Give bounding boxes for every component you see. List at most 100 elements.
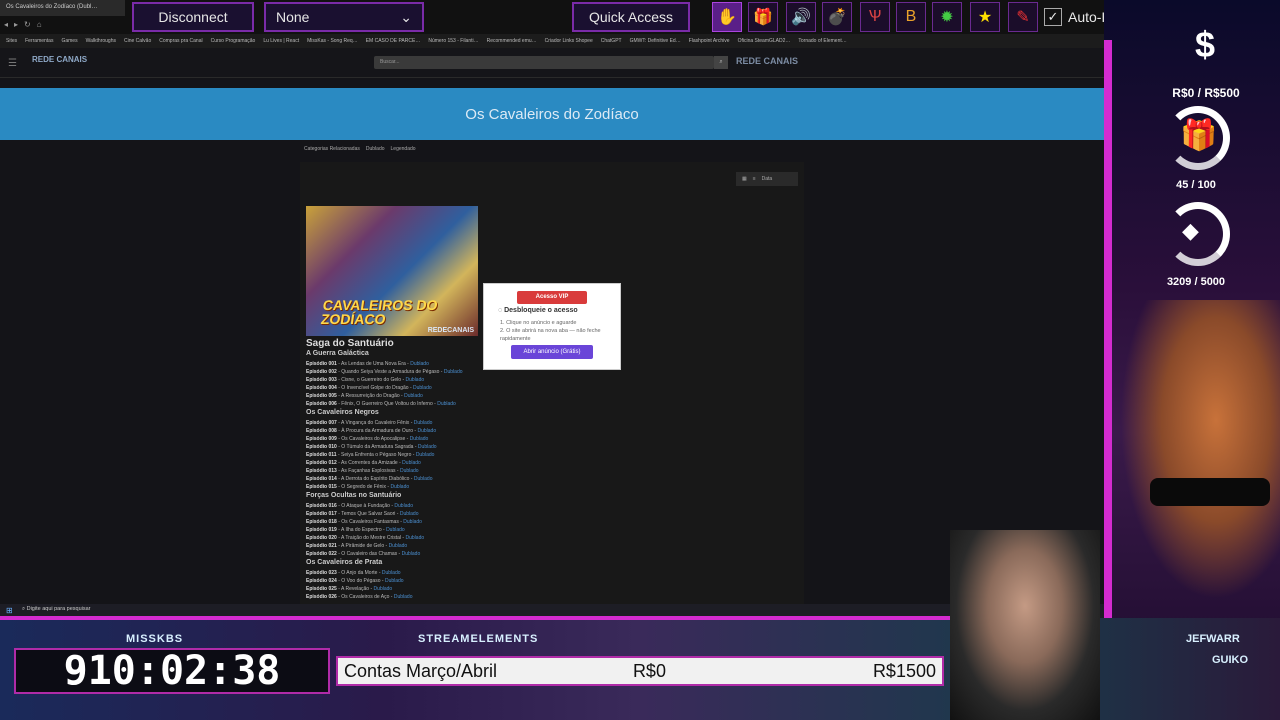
site-logo[interactable]: REDE CANAIS bbox=[32, 55, 87, 64]
bomb-icon[interactable]: 💣 bbox=[822, 2, 852, 32]
bookmark-item[interactable]: Número 153 - Filanti… bbox=[428, 38, 478, 44]
bookmark-item[interactable]: Sites bbox=[6, 38, 17, 44]
source-select[interactable]: None ⌄ bbox=[264, 2, 424, 32]
horns-icon[interactable]: Ѱ bbox=[860, 2, 890, 32]
episode-link[interactable]: Episódio 011 - Seiya Enfrenta o Pégaso N… bbox=[306, 452, 434, 458]
pin-icon[interactable]: ✎ bbox=[1008, 2, 1038, 32]
episode-tag[interactable]: Dublado bbox=[403, 519, 422, 525]
episode-link[interactable]: Episódio 017 - Temos Que Salvar Saori - … bbox=[306, 511, 419, 517]
disconnect-button[interactable]: Disconnect bbox=[132, 2, 254, 32]
episode-tag[interactable]: Dublado bbox=[404, 393, 423, 399]
bookmark-item[interactable]: Recommended emu… bbox=[487, 38, 537, 44]
episode-tag[interactable]: Dublado bbox=[374, 586, 393, 592]
episode-tag[interactable]: Dublado bbox=[417, 428, 436, 434]
episode-link[interactable]: Episódio 022 - O Cavaleiro das Chamas - … bbox=[306, 551, 420, 557]
open-ad-button[interactable]: Abrir anúncio (Grátis) bbox=[511, 345, 593, 359]
search-icon[interactable]: ⌕ bbox=[714, 56, 728, 69]
b-icon[interactable]: B bbox=[896, 2, 926, 32]
bug-icon[interactable]: ✹ bbox=[932, 2, 962, 32]
browser-nav-icons[interactable]: ◂▸↻⌂ bbox=[4, 20, 48, 29]
subnav-subtitled[interactable]: Legendado bbox=[391, 146, 416, 152]
episode-link[interactable]: Episódio 014 - A Derrota do Espírito Dia… bbox=[306, 476, 432, 482]
subnav-related[interactable]: Categorias Relacionadas bbox=[304, 146, 360, 152]
episode-link[interactable]: Episódio 004 - O Invencível Golpe do Dra… bbox=[306, 385, 432, 391]
episode-link[interactable]: Episódio 001 - As Lendas de Uma Nova Era… bbox=[306, 361, 429, 367]
sort-select[interactable]: Data bbox=[762, 176, 773, 182]
grid-view-icon[interactable]: ▦ bbox=[742, 176, 747, 182]
episode-tag[interactable]: Dublado bbox=[416, 452, 435, 458]
episode-tag[interactable]: Dublado bbox=[406, 377, 425, 383]
subnav-dubbed[interactable]: Dublado bbox=[366, 146, 385, 152]
episode-tag[interactable]: Dublado bbox=[394, 594, 413, 600]
gift-icon[interactable]: 🎁 bbox=[748, 2, 778, 32]
episode-tag[interactable]: Dublado bbox=[382, 570, 401, 576]
bookmark-item[interactable]: GMWT: Definitive Ed… bbox=[630, 38, 681, 44]
menu-icon[interactable]: ☰ bbox=[8, 58, 17, 69]
speaker-icon[interactable]: 🔊 bbox=[786, 2, 816, 32]
quick-access-button[interactable]: Quick Access bbox=[572, 2, 690, 32]
bookmark-item[interactable]: EM CASO DE PARCE… bbox=[366, 38, 421, 44]
episode-tag[interactable]: Dublado bbox=[410, 361, 429, 367]
episode-link[interactable]: Episódio 005 - A Ressurreição do Dragão … bbox=[306, 393, 423, 399]
episode-link[interactable]: Episódio 007 - A Vingança do Cavaleiro F… bbox=[306, 420, 432, 426]
bookmark-item[interactable]: Flashpoint Archive bbox=[689, 38, 730, 44]
bookmark-item[interactable]: Criador Links Shopee bbox=[545, 38, 593, 44]
taskbar-search[interactable]: ⌕ Digite aqui para pesquisar bbox=[22, 606, 91, 613]
bookmark-item[interactable]: Walkthroughs bbox=[86, 38, 116, 44]
windows-start-icon[interactable]: ⊞ bbox=[6, 606, 13, 615]
episode-link[interactable]: Episódio 012 - As Correntes da Amizade -… bbox=[306, 460, 421, 466]
episode-tag[interactable]: Dublado bbox=[394, 503, 413, 509]
bookmark-item[interactable]: MissKas - Song Req… bbox=[307, 38, 358, 44]
bookmark-item[interactable]: Oficina SteamGLAD2… bbox=[738, 38, 791, 44]
bookmark-item[interactable]: Cine Calvão bbox=[124, 38, 151, 44]
episode-tag[interactable]: Dublado bbox=[402, 460, 421, 466]
episode-tag[interactable]: Dublado bbox=[400, 511, 419, 517]
bookmark-item[interactable]: Lu Lives | React bbox=[263, 38, 299, 44]
hand-icon[interactable]: ✋ bbox=[712, 2, 742, 32]
episode-tag[interactable]: Dublado bbox=[391, 484, 410, 490]
vip-access-button[interactable]: Acesso VIP bbox=[517, 291, 587, 304]
episode-link[interactable]: Episódio 003 - Cisne, o Guerreiro do Gel… bbox=[306, 377, 424, 383]
episode-tag[interactable]: Dublado bbox=[410, 436, 429, 442]
episode-link[interactable]: Episódio 002 - Quando Seiya Veste a Arma… bbox=[306, 369, 463, 375]
episode-link[interactable]: Episódio 026 - Os Cavaleiros de Aço - Du… bbox=[306, 594, 412, 600]
episode-tag[interactable]: Dublado bbox=[414, 476, 433, 482]
episode-tag[interactable]: Dublado bbox=[413, 385, 432, 391]
bookmark-item[interactable]: Curso Programação bbox=[211, 38, 256, 44]
episode-link[interactable]: Episódio 023 - O Anjo da Morte - Dublado bbox=[306, 570, 401, 576]
episode-link[interactable]: Episódio 006 - Fênix, O Guerreiro Que Vo… bbox=[306, 401, 456, 407]
view-controls[interactable]: ▦ ≡ Data bbox=[736, 172, 798, 186]
episode-link[interactable]: Episódio 008 - À Procura da Armadura de … bbox=[306, 428, 436, 434]
episode-tag[interactable]: Dublado bbox=[386, 527, 405, 533]
list-view-icon[interactable]: ≡ bbox=[753, 176, 756, 182]
episode-tag[interactable]: Dublado bbox=[406, 535, 425, 541]
episode-link[interactable]: Episódio 013 - As Façanhas Explosivas - … bbox=[306, 468, 419, 474]
browser-tab[interactable]: Os Cavaleiros do Zodíaco (Dubl… bbox=[0, 0, 125, 16]
partner-logo[interactable]: REDE CANAIS bbox=[736, 56, 798, 66]
episode-link[interactable]: Episódio 015 - O Segredo de Fênix - Dubl… bbox=[306, 484, 409, 490]
episode-link[interactable]: Episódio 020 - A Traição do Mestre Crist… bbox=[306, 535, 424, 541]
bookmark-item[interactable]: Ferramentas bbox=[25, 38, 53, 44]
episode-tag[interactable]: Dublado bbox=[400, 468, 419, 474]
episode-link[interactable]: Episódio 025 - A Revelação - Dublado bbox=[306, 586, 392, 592]
episode-link[interactable]: Episódio 024 - O Voo do Pégaso - Dublado bbox=[306, 578, 404, 584]
episode-tag[interactable]: Dublado bbox=[437, 401, 456, 407]
episode-link[interactable]: Episódio 010 - O Túmulo da Armadura Sagr… bbox=[306, 444, 437, 450]
bookmark-item[interactable]: Tornado of Element… bbox=[798, 38, 846, 44]
episode-tag[interactable]: Dublado bbox=[385, 578, 404, 584]
star-icon[interactable]: ★ bbox=[970, 2, 1000, 32]
episode-link[interactable]: Episódio 018 - Os Cavaleiros Fantasmas -… bbox=[306, 519, 422, 525]
episode-tag[interactable]: Dublado bbox=[444, 369, 463, 375]
episode-link[interactable]: Episódio 021 - A Pirâmide de Gelo - Dubl… bbox=[306, 543, 407, 549]
search-input[interactable]: Buscar... bbox=[374, 56, 714, 69]
episode-link[interactable]: Episódio 016 - O Ataque à Fundação - Dub… bbox=[306, 503, 413, 509]
episode-link[interactable]: Episódio 009 - Os Cavaleiros do Apocalip… bbox=[306, 436, 428, 442]
bookmark-item[interactable]: Games bbox=[61, 38, 77, 44]
bookmark-item[interactable]: Compras pra Canal bbox=[159, 38, 202, 44]
episode-tag[interactable]: Dublado bbox=[402, 551, 421, 557]
episode-tag[interactable]: Dublado bbox=[389, 543, 408, 549]
episode-tag[interactable]: Dublado bbox=[414, 420, 433, 426]
bookmark-item[interactable]: ChatGPT bbox=[601, 38, 622, 44]
episode-tag[interactable]: Dublado bbox=[418, 444, 437, 450]
episode-link[interactable]: Episódio 019 - A Ilha do Espectro - Dubl… bbox=[306, 527, 405, 533]
